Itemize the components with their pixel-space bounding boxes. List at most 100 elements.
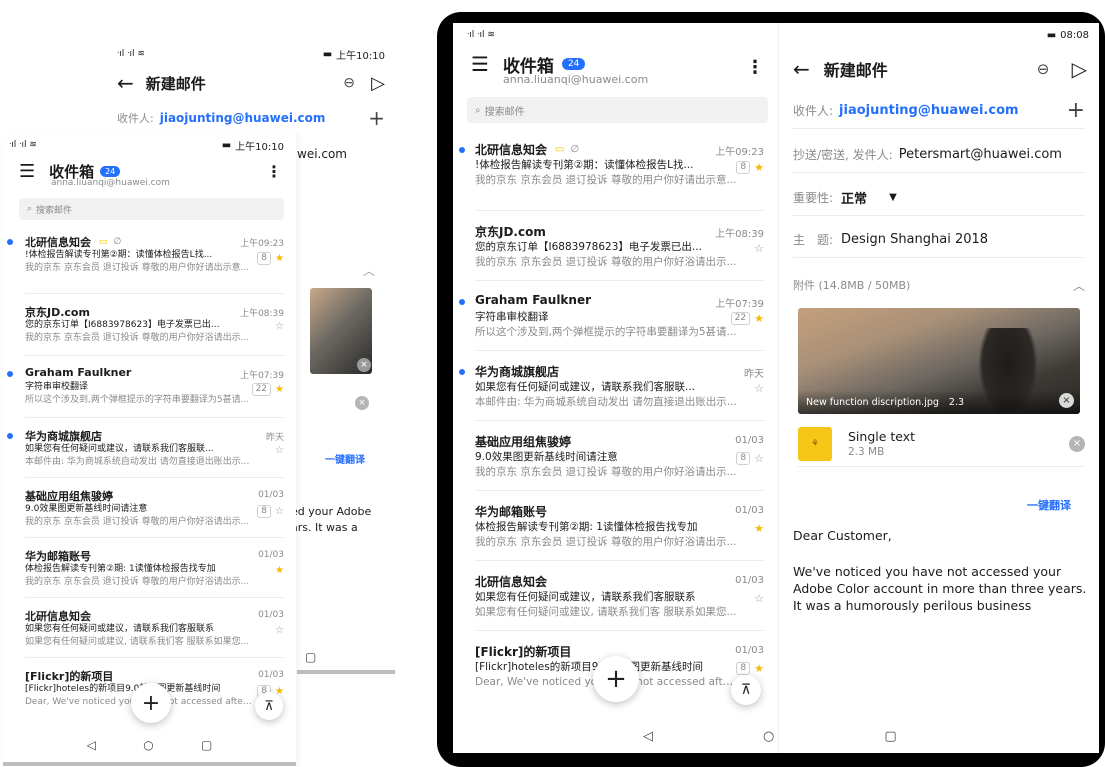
scroll-top-button[interactable]: ⊼ bbox=[255, 692, 283, 720]
back-arrow-icon[interactable]: ← bbox=[793, 57, 810, 81]
email-preview: 本邮件由: 华为商城系统自动发出 请勿直接退出账出示... bbox=[25, 457, 250, 467]
attach-icon[interactable]: ⊘ bbox=[339, 73, 359, 93]
star-icon[interactable]: ☆ bbox=[754, 382, 764, 395]
email-time: 上午09:23 bbox=[715, 147, 764, 158]
subject-field[interactable]: 主 题: Design Shanghai 2018 bbox=[793, 222, 1085, 258]
email-item[interactable]: 北研信息知会 01/03 如果您有任何疑问或建议，请联系我们客服联系 如果您有任… bbox=[475, 561, 764, 631]
add-recipient-icon[interactable]: + bbox=[1067, 98, 1085, 123]
to-field[interactable]: 收件人: jiaojunting@huawei.com + bbox=[117, 106, 385, 130]
more-options-icon[interactable]: ⋮ bbox=[746, 57, 764, 78]
star-icon[interactable]: ★ bbox=[275, 565, 284, 576]
attach-icon[interactable]: ⊘ bbox=[1033, 58, 1055, 80]
compose-fab-button[interactable]: + bbox=[131, 683, 171, 723]
back-arrow-icon[interactable]: ← bbox=[117, 71, 134, 95]
back-nav-icon[interactable]: ◁ bbox=[87, 738, 96, 752]
email-item[interactable]: 基础应用组焦骏婷 01/03 9.0效果图更新基线时间请注意 我的京东 京东会员… bbox=[25, 478, 284, 538]
thread-count: 8 bbox=[736, 452, 751, 465]
star-icon[interactable]: ★ bbox=[275, 384, 284, 395]
star-icon[interactable]: ☆ bbox=[754, 592, 764, 605]
email-time: 昨天 bbox=[744, 369, 764, 380]
back-nav-icon[interactable]: ◁ bbox=[643, 729, 653, 744]
email-item[interactable]: 北研信息知会 ▭ ∅ 上午09:23 !体检报告解读专刊第②期：读懂体检报告L找… bbox=[7, 234, 284, 294]
email-item[interactable]: 华为商城旗舰店 昨天 如果您有任何疑问或建议，请联系我们客服联... 本邮件由:… bbox=[7, 418, 284, 478]
email-item[interactable]: Graham Faulkner 上午07:39 字符串审校翻译 所以这个涉及到,… bbox=[7, 356, 284, 418]
status-bar: ᐧıl ᐧıl ≋ ▬ 上午10:10 bbox=[9, 138, 284, 153]
menu-icon[interactable]: ☰ bbox=[19, 161, 35, 182]
home-nav-icon[interactable]: ○ bbox=[143, 738, 153, 752]
status-time: 上午10:10 bbox=[336, 50, 385, 62]
email-subject: 如果您有任何疑问或建议，请联系我们客服联系 bbox=[475, 591, 696, 603]
email-preview: 本邮件由: 华为商城系统自动发出 请勿直接退出账出示... bbox=[475, 396, 737, 408]
email-item[interactable]: 北研信息知会 ▭ ∅ 上午09:23 !体检报告解读专刊第②期：读懂体检报告L找… bbox=[459, 141, 764, 211]
email-time: 01/03 bbox=[258, 550, 284, 560]
translate-button[interactable]: 一键翻译 bbox=[1027, 497, 1071, 513]
email-item[interactable]: 华为邮箱账号 01/03 体检报告解读专刊第②期: 1读懂体检报告找专加 我的京… bbox=[25, 538, 284, 598]
remove-image-icon[interactable]: × bbox=[357, 358, 371, 372]
compose-pane: ← 新建邮件 ⊘ ▷ 收件人: jiaojunting@huawei.com +… bbox=[778, 23, 1099, 753]
file-attachment[interactable]: ⚘ Single text 2.3 MB × bbox=[798, 421, 1085, 467]
search-input[interactable]: ⌕ 搜索邮件 bbox=[19, 198, 284, 220]
subject-label: 主 题: bbox=[793, 233, 834, 247]
star-icon[interactable]: ☆ bbox=[275, 625, 284, 636]
send-icon[interactable]: ▷ bbox=[1072, 57, 1087, 81]
body-text[interactable]: We've noticed you have not accessed your… bbox=[793, 563, 1089, 614]
search-input[interactable]: ⌕ 搜索邮件 bbox=[467, 97, 768, 123]
email-preview: 如果您有任何疑问或建议, 请联系我们客 服联系如果您... bbox=[475, 606, 737, 618]
home-nav-icon[interactable]: ○ bbox=[763, 729, 774, 744]
compose-fab-button[interactable]: + bbox=[593, 656, 639, 702]
remove-file-icon[interactable]: × bbox=[1069, 435, 1085, 452]
star-icon[interactable]: ☆ bbox=[275, 445, 284, 456]
star-icon[interactable]: ★ bbox=[754, 662, 764, 675]
email-item[interactable]: 基础应用组焦骏婷 01/03 9.0效果图更新基线时间请注意 我的京东 京东会员… bbox=[475, 421, 764, 491]
partial-body-line: ed your Adobe bbox=[291, 505, 372, 518]
email-item[interactable]: Graham Faulkner 上午07:39 字符串审校翻译 所以这个涉及到,… bbox=[459, 281, 764, 351]
battery-icon: ▬ bbox=[322, 48, 333, 60]
translate-button[interactable]: 一键翻译 bbox=[325, 451, 365, 466]
email-item[interactable]: 华为邮箱账号 01/03 体检报告解读专刊第②期: 1读懂体检报告找专加 我的京… bbox=[475, 491, 764, 561]
scroll-top-button[interactable]: ⊼ bbox=[731, 675, 761, 705]
email-sender: 华为商城旗舰店 bbox=[25, 430, 102, 443]
star-icon[interactable]: ★ bbox=[754, 312, 764, 325]
cc-field[interactable]: 抄送/密送, 发件人: Petersmart@huawei.com bbox=[793, 137, 1085, 173]
star-icon[interactable]: ☆ bbox=[754, 452, 764, 465]
star-icon[interactable]: ☆ bbox=[275, 321, 284, 332]
attachment-icon: ∅ bbox=[113, 236, 122, 247]
attachment-image-thumbnail[interactable]: New function discription.jpg 2.3 × bbox=[798, 308, 1080, 414]
email-sender: 北研信息知会 bbox=[475, 575, 548, 589]
importance-label: 重要性: bbox=[793, 191, 834, 205]
dropdown-arrow-icon[interactable]: ▼ bbox=[889, 192, 897, 203]
email-item[interactable]: 京东JD.com 上午08:39 您的京东订单【I6883978623】电子发票… bbox=[25, 294, 284, 356]
more-options-icon[interactable]: ⋮ bbox=[266, 162, 282, 181]
email-preview: 所以这个涉及到,两个弹框提示的字符串要翻译为5甚请... bbox=[475, 326, 737, 338]
chevron-up-icon[interactable]: ︿ bbox=[363, 262, 375, 279]
email-list: 北研信息知会 ▭ ∅ 上午09:23 !体检报告解读专刊第②期：读懂体检报告L找… bbox=[7, 234, 284, 718]
tablet-screen: ᐧıl ᐧıl ≋ ▬ 08:08 ☰ 收件箱 24 anna.liuanqi@… bbox=[453, 23, 1099, 753]
email-list: 北研信息知会 ▭ ∅ 上午09:23 !体检报告解读专刊第②期：读懂体检报告L找… bbox=[459, 141, 764, 701]
star-icon[interactable]: ★ bbox=[275, 253, 284, 264]
star-icon[interactable]: ★ bbox=[754, 522, 764, 535]
recent-apps-icon[interactable]: ▢ bbox=[305, 650, 316, 664]
star-icon[interactable]: ☆ bbox=[754, 242, 764, 255]
star-icon[interactable]: ★ bbox=[754, 161, 764, 174]
unread-dot bbox=[459, 299, 465, 305]
email-item[interactable]: 北研信息知会 01/03 如果您有任何疑问或建议，请联系我们客服联系 如果您有任… bbox=[25, 598, 284, 658]
chevron-up-icon[interactable]: ︿ bbox=[1073, 277, 1085, 294]
recent-apps-icon[interactable]: ▢ bbox=[884, 729, 896, 744]
star-icon[interactable]: ☆ bbox=[275, 506, 284, 517]
image-size: 2.3 bbox=[948, 396, 965, 408]
email-time: 01/03 bbox=[735, 435, 764, 446]
add-recipient-icon[interactable]: + bbox=[368, 106, 385, 130]
recent-apps-icon[interactable]: ▢ bbox=[201, 738, 212, 752]
menu-icon[interactable]: ☰ bbox=[471, 52, 489, 76]
signal-icon: ᐧıl ᐧıl ≋ bbox=[117, 49, 145, 59]
email-item[interactable]: 华为商城旗舰店 昨天 如果您有任何疑问或建议，请联系我们客服联... 本邮件由:… bbox=[459, 351, 764, 421]
attachments-header[interactable]: 附件 (14.8MB / 50MB) ︿ bbox=[793, 275, 1085, 295]
unread-dot bbox=[7, 433, 13, 439]
importance-field[interactable]: 重要性: 正常 ▼ bbox=[793, 180, 1085, 216]
remove-file-icon[interactable]: × bbox=[355, 396, 369, 410]
email-item[interactable]: 京东JD.com 上午08:39 您的京东订单【I6883978623】电子发票… bbox=[475, 211, 764, 281]
remove-image-icon[interactable]: × bbox=[1059, 393, 1074, 408]
send-icon[interactable]: ▷ bbox=[371, 73, 385, 94]
to-field[interactable]: 收件人: jiaojunting@huawei.com + bbox=[793, 93, 1085, 129]
search-icon: ⌕ bbox=[475, 104, 481, 116]
